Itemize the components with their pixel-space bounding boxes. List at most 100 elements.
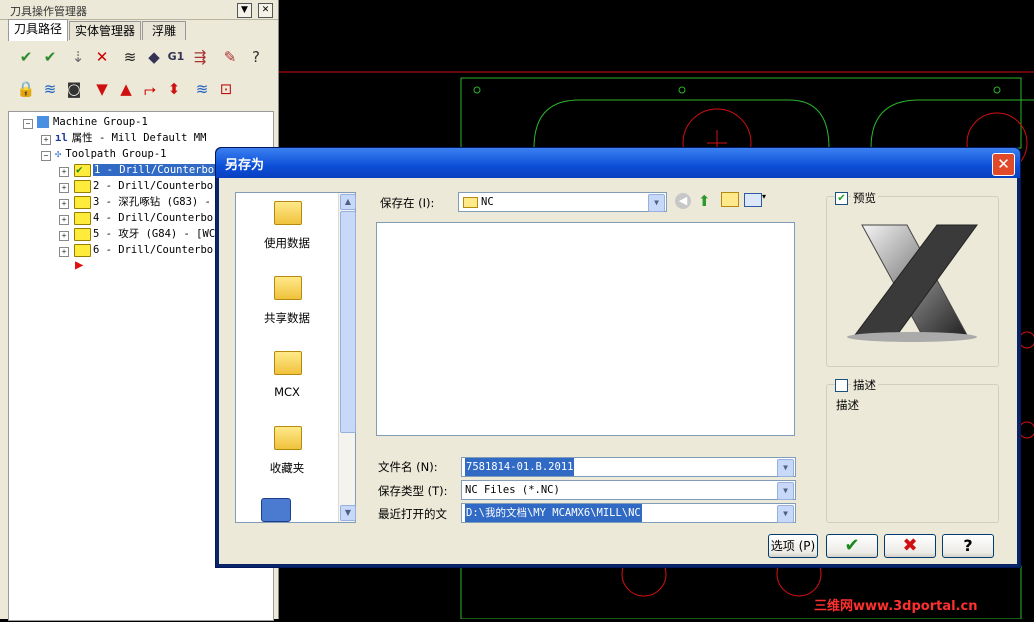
folder-icon <box>74 244 91 257</box>
preview-label: 预览 <box>851 190 878 206</box>
insert-arrow-icon[interactable]: ▶ <box>75 257 83 273</box>
collapse-icon[interactable]: − <box>41 151 51 161</box>
tab-relief[interactable]: 浮雕 <box>142 21 186 40</box>
select-all-icon[interactable]: ✔ <box>16 47 36 67</box>
properties-label: 属性 - Mill Default MM <box>71 132 207 144</box>
toolpath-group-icon: ✣ <box>55 148 62 160</box>
close-icon[interactable]: ✕ <box>258 3 273 18</box>
chevron-down-icon[interactable]: ▼ <box>648 194 665 212</box>
tree-op-1[interactable]: 1 - Drill/Counterbore <box>93 162 228 178</box>
options-button[interactable]: 选项 (P) <box>768 534 818 558</box>
preview-group <box>826 196 999 367</box>
tree-op-4[interactable]: 4 - Drill/Counterbore <box>93 210 226 226</box>
folder-icon <box>74 180 91 193</box>
manager-titlebar: 刀具操作管理器 ▼ ✕ <box>0 0 278 20</box>
preview-checkbox[interactable]: ✔ <box>835 192 848 205</box>
place-label: 收藏夹 <box>269 461 305 475</box>
place-item[interactable]: 收藏夹 <box>236 426 338 496</box>
toggle-post-icon[interactable]: ◙ <box>64 79 84 99</box>
dialog-body: 使用数据 共享数据 MCX 收藏夹 ▲ ▼ 保存在 (I): NC ▼ ◀ ⬆ … <box>219 178 1017 564</box>
op-label: 5 - 攻牙 (G84) - [WCS <box>93 228 222 240</box>
description-checkbox[interactable] <box>835 379 848 392</box>
highfeed-icon[interactable]: ✎ <box>220 47 240 67</box>
network-icon[interactable] <box>261 498 291 522</box>
filetype-select[interactable]: NC Files (*.NC) ▼ <box>461 480 796 500</box>
ok-button[interactable]: ✔ <box>826 534 878 558</box>
filename-input[interactable]: 7581814-01.B.2011 ▼ <box>461 457 796 477</box>
cancel-button[interactable]: ✖ <box>884 534 936 558</box>
expand-icon[interactable]: + <box>59 167 69 177</box>
new-folder-icon[interactable] <box>721 192 739 207</box>
folder-icon <box>274 426 302 450</box>
select-dirty-icon[interactable]: ✔ <box>40 47 60 67</box>
place-item[interactable]: MCX <box>236 351 338 421</box>
collapse-icon[interactable]: − <box>23 119 33 129</box>
up-folder-icon[interactable]: ⬆ <box>698 192 711 210</box>
file-list[interactable] <box>376 222 795 436</box>
op-label: 3 - 深孔啄钻 (G83) - <box>93 196 211 208</box>
verify-icon[interactable]: ◆ <box>144 47 164 67</box>
display-options-icon[interactable]: ⊡ <box>216 79 236 99</box>
help-button[interactable]: ? <box>942 534 994 558</box>
view-menu-icon[interactable] <box>744 193 762 207</box>
description-label: 描述 <box>851 377 878 393</box>
place-item[interactable]: 使用数据 <box>236 201 338 271</box>
lock-icon[interactable]: 🔒 <box>16 79 36 99</box>
check-icon: ✔ <box>844 535 860 556</box>
machine-group-icon <box>37 116 49 128</box>
scroll-up-icon[interactable]: ▲ <box>340 194 356 210</box>
chevron-down-icon[interactable]: ▼ <box>777 482 794 500</box>
only-display-icon[interactable]: ≋ <box>192 79 212 99</box>
recent-folder-select[interactable]: D:\我的文档\MY MCAMX6\MILL\NC ▼ <box>461 503 796 523</box>
insert-arrow-icon[interactable]: ⮣ <box>140 79 160 99</box>
expand-icon[interactable]: + <box>59 231 69 241</box>
expand-icon[interactable]: + <box>59 215 69 225</box>
chevron-down-icon[interactable]: ▼ <box>777 459 794 477</box>
chevron-down-icon[interactable]: ▾ <box>762 192 766 201</box>
scroll-to-insert-icon[interactable]: ⬍ <box>164 79 184 99</box>
close-button[interactable]: ✕ <box>992 153 1015 176</box>
scroll-down-icon[interactable]: ▼ <box>340 505 356 521</box>
g1-icon[interactable]: G1 <box>166 47 186 67</box>
expand-icon[interactable]: + <box>59 183 69 193</box>
dropdown-icon[interactable]: ▼ <box>237 3 252 18</box>
backplot-icon[interactable]: ≋ <box>120 47 140 67</box>
tree-op-2[interactable]: 2 - Drill/Counterbore <box>93 178 226 194</box>
description-text: 描述 <box>836 398 859 412</box>
back-icon[interactable]: ◀ <box>675 193 691 209</box>
manager-title: 刀具操作管理器 <box>10 5 87 18</box>
tree-properties[interactable]: ıl 属性 - Mill Default MM <box>55 130 206 146</box>
places-scrollbar[interactable]: ▲ ▼ <box>338 193 356 522</box>
place-item[interactable]: 共享数据 <box>236 276 338 346</box>
regenerate-icon[interactable]: ⇣ <box>68 47 88 67</box>
filename-label: 文件名 (N): <box>378 460 438 474</box>
folder-icon <box>74 196 91 209</box>
expand-icon[interactable]: + <box>59 199 69 209</box>
dialog-titlebar[interactable]: 另存为 ✕ <box>216 148 1020 178</box>
filetype-value: NC Files (*.NC) <box>465 484 560 496</box>
tab-toolpaths[interactable]: 刀具路径 <box>8 19 68 41</box>
regen-dirty-icon[interactable]: ✕ <box>92 47 112 67</box>
check-icon: ✔ <box>76 163 83 176</box>
move-up-icon[interactable]: ▲ <box>116 79 136 99</box>
tree-op-6[interactable]: 6 - Drill/Counterbore <box>93 242 226 258</box>
help-icon[interactable]: ? <box>246 47 266 67</box>
tree-op-3[interactable]: 3 - 深孔啄钻 (G83) - <box>93 194 211 210</box>
folder-icon <box>274 201 302 225</box>
chevron-down-icon[interactable]: ▼ <box>777 505 794 523</box>
toolbar-row-1: ✔ ✔ ⇣ ✕ ≋ ◆ G1 ⇶ ✎ ? <box>10 47 272 73</box>
toggle-display-icon[interactable]: ≋ <box>40 79 60 99</box>
op-label: 2 - Drill/Counterbore <box>93 180 226 192</box>
expand-icon[interactable]: + <box>59 247 69 257</box>
scroll-thumb[interactable] <box>340 211 356 433</box>
post-icon[interactable]: ⇶ <box>190 47 210 67</box>
move-down-icon[interactable]: ▼ <box>92 79 112 99</box>
tab-solids[interactable]: 实体管理器 <box>69 21 141 40</box>
toolbar-row-2: 🔒 ≋ ◙ ▼ ▲ ⮣ ⬍ ≋ ⊡ <box>10 79 272 105</box>
dialog-title: 另存为 <box>225 158 265 173</box>
save-in-combo[interactable]: NC ▼ <box>458 192 667 212</box>
tree-op-5[interactable]: 5 - 攻牙 (G84) - [WCS <box>93 226 221 242</box>
tree-toolpath-group[interactable]: ✣ Toolpath Group-1 <box>55 146 166 162</box>
tree-machine-group[interactable]: Machine Group-1 <box>37 114 148 130</box>
expand-icon[interactable]: + <box>41 135 51 145</box>
